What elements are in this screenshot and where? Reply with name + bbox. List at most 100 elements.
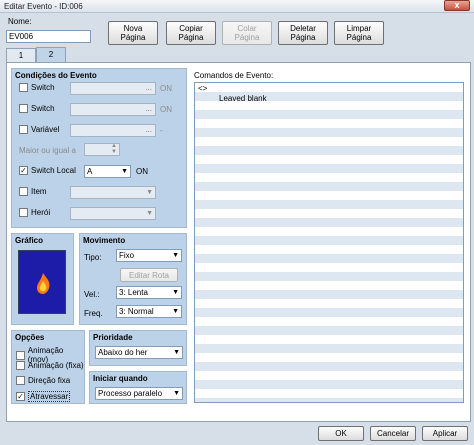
- switch1-row: Switch: [19, 83, 55, 92]
- variable-checkbox[interactable]: [19, 125, 28, 134]
- clear-page-label-1: Limpar: [346, 24, 372, 33]
- name-field[interactable]: EV006: [6, 30, 91, 43]
- direction-fix-checkbox[interactable]: [16, 376, 25, 385]
- switch2-suffix: ON: [160, 105, 172, 114]
- speed-select[interactable]: 3: Lenta ▼: [116, 286, 182, 299]
- options-panel: Opções Animação (mov) Animação (fixa) Di…: [11, 330, 85, 404]
- tab-page-1[interactable]: 1: [6, 48, 36, 62]
- copy-page-button[interactable]: Copiar Página: [166, 21, 216, 45]
- freq-select[interactable]: 3: Normal ▼: [116, 305, 182, 318]
- switch2-label: Switch: [31, 104, 55, 113]
- conditions-title: Condições do Evento: [15, 71, 97, 80]
- commands-list[interactable]: <> Leaved blank: [194, 82, 464, 403]
- delete-page-label-2: Página: [290, 33, 316, 42]
- movement-panel: Movimento Tipo: Fixo ▼ Editar Rota Vel.:…: [79, 233, 187, 325]
- self-switch-label: Switch Local: [31, 166, 76, 175]
- cancel-button[interactable]: Cancelar: [370, 426, 416, 441]
- command-line[interactable]: <>: [198, 84, 207, 93]
- item-checkbox[interactable]: [19, 187, 28, 196]
- chevron-down-icon: ▼: [172, 308, 179, 315]
- movement-title: Movimento: [83, 236, 126, 245]
- type-label: Tipo:: [84, 253, 102, 262]
- paste-page-label-1: Colar: [237, 24, 257, 33]
- variable-browse: ...: [145, 125, 152, 134]
- delete-page-button[interactable]: Deletar Página: [278, 21, 328, 45]
- priority-panel: Prioridade Abaixo do her ▼: [89, 330, 187, 366]
- edit-route-button[interactable]: Editar Rota: [120, 268, 178, 282]
- hero-row: Herói: [19, 208, 50, 217]
- option-step-anim: Animação (fixa): [16, 361, 84, 370]
- graphic-title: Gráfico: [15, 236, 44, 245]
- trigger-panel: Iniciar quando Processo paralelo ▼: [89, 371, 187, 404]
- priority-value: Abaixo do her: [98, 348, 148, 357]
- switch2-checkbox[interactable]: [19, 104, 28, 113]
- option-direction-fix: Direção fixa: [16, 376, 70, 385]
- variable-label: Variável: [31, 125, 60, 134]
- freq-value: 3: Normal: [119, 307, 154, 316]
- delete-page-label-1: Deletar: [290, 24, 316, 33]
- chevron-down-icon: ▼: [146, 210, 153, 217]
- tab-page-2[interactable]: 2: [36, 47, 66, 62]
- direction-fix-label: Direção fixa: [28, 376, 71, 385]
- conditions-panel: Condições do Evento Switch ... ON Switch…: [11, 68, 187, 228]
- paste-page-button[interactable]: Colar Página: [222, 21, 272, 45]
- switch1-suffix: ON: [160, 84, 172, 93]
- trigger-title: Iniciar quando: [93, 374, 148, 383]
- hero-checkbox[interactable]: [19, 208, 28, 217]
- trigger-value: Processo paralelo: [98, 389, 163, 398]
- paste-page-label-2: Página: [234, 33, 260, 42]
- ok-button[interactable]: OK: [318, 426, 364, 441]
- speed-value: 3: Lenta: [119, 288, 148, 297]
- switch1-field[interactable]: ...: [70, 82, 156, 95]
- switch1-browse: ...: [145, 83, 152, 92]
- variable-row: Variável: [19, 125, 59, 134]
- step-anim-checkbox[interactable]: [16, 361, 25, 370]
- chevron-down-icon: ▼: [173, 390, 180, 397]
- variable-suffix: -: [160, 126, 163, 135]
- self-switch-row: ✓ Switch Local: [19, 166, 76, 175]
- freq-label: Freq.: [84, 309, 103, 318]
- new-page-label-2: Página: [120, 33, 146, 42]
- close-button[interactable]: x: [444, 0, 470, 11]
- walk-anim-checkbox[interactable]: [16, 350, 25, 360]
- clear-page-label-2: Página: [346, 33, 372, 42]
- chevron-down-icon: ▼: [172, 289, 179, 296]
- item-select[interactable]: ▼: [70, 186, 156, 199]
- variable-field[interactable]: ...: [70, 124, 156, 137]
- apply-button[interactable]: Aplicar: [422, 426, 468, 441]
- new-page-label-1: Nova: [123, 24, 143, 33]
- self-switch-checkbox[interactable]: ✓: [19, 166, 28, 175]
- copy-page-label-2: Página: [178, 33, 204, 42]
- switch1-checkbox[interactable]: [19, 83, 28, 92]
- through-checkbox[interactable]: ✓: [16, 392, 25, 401]
- self-switch-suffix: ON: [136, 167, 148, 176]
- clear-page-button[interactable]: Limpar Página: [334, 21, 384, 45]
- priority-select[interactable]: Abaixo do her ▼: [95, 346, 183, 359]
- hero-label: Herói: [31, 208, 51, 217]
- title-bar: Editar Evento - ID:006 x: [0, 0, 474, 13]
- switch2-field[interactable]: ...: [70, 103, 156, 116]
- step-anim-label: Animação (fixa): [28, 361, 84, 370]
- self-switch-select[interactable]: A ▼: [84, 165, 131, 178]
- switch1-label: Switch: [31, 83, 55, 92]
- command-line[interactable]: Leaved blank: [219, 94, 267, 103]
- self-switch-value: A: [87, 167, 93, 176]
- spinner-arrows-icon: ▲ ▼: [111, 143, 117, 155]
- speed-label: Vel.:: [84, 290, 100, 299]
- copy-page-label-1: Copiar: [179, 24, 203, 33]
- priority-title: Prioridade: [93, 333, 133, 342]
- new-page-button[interactable]: Nova Página: [108, 21, 158, 45]
- flame-icon: [37, 273, 50, 294]
- switch2-row: Switch: [19, 104, 55, 113]
- trigger-select[interactable]: Processo paralelo ▼: [95, 387, 183, 400]
- graphic-preview[interactable]: [18, 250, 66, 314]
- type-select[interactable]: Fixo ▼: [116, 249, 182, 262]
- options-title: Opções: [15, 333, 45, 342]
- chevron-down-icon: ▼: [172, 252, 179, 259]
- name-label: Nome:: [8, 17, 32, 26]
- hero-select[interactable]: ▼: [70, 207, 156, 220]
- greater-equal-spinner[interactable]: ▲ ▼: [84, 143, 120, 156]
- item-row: Item: [19, 187, 47, 196]
- commands-title: Comandos de Evento:: [194, 71, 274, 80]
- graphic-panel: Gráfico: [11, 233, 74, 325]
